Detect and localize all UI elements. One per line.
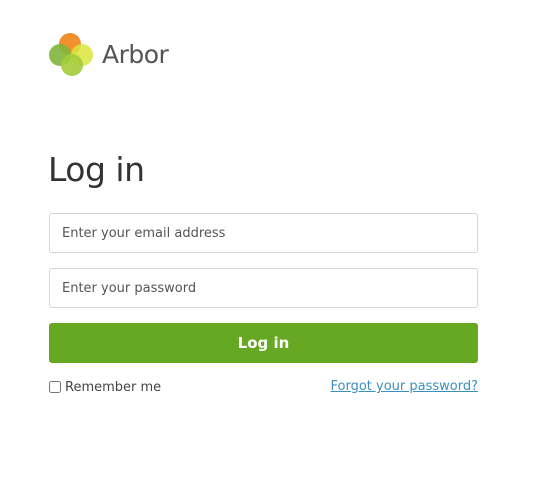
brand-name: Arbor: [102, 39, 169, 69]
page-title: Log in: [48, 150, 145, 189]
remember-me-label: Remember me: [65, 379, 162, 395]
remember-me-checkbox[interactable]: [49, 381, 61, 393]
arbor-logo-icon: [49, 33, 93, 76]
brand: Arbor: [48, 29, 169, 79]
remember-me[interactable]: Remember me: [49, 378, 161, 396]
login-button[interactable]: Log in: [49, 323, 478, 363]
forgot-password-link[interactable]: Forgot your password?: [330, 379, 478, 394]
email-field[interactable]: [49, 213, 478, 253]
password-field[interactable]: [49, 268, 478, 308]
